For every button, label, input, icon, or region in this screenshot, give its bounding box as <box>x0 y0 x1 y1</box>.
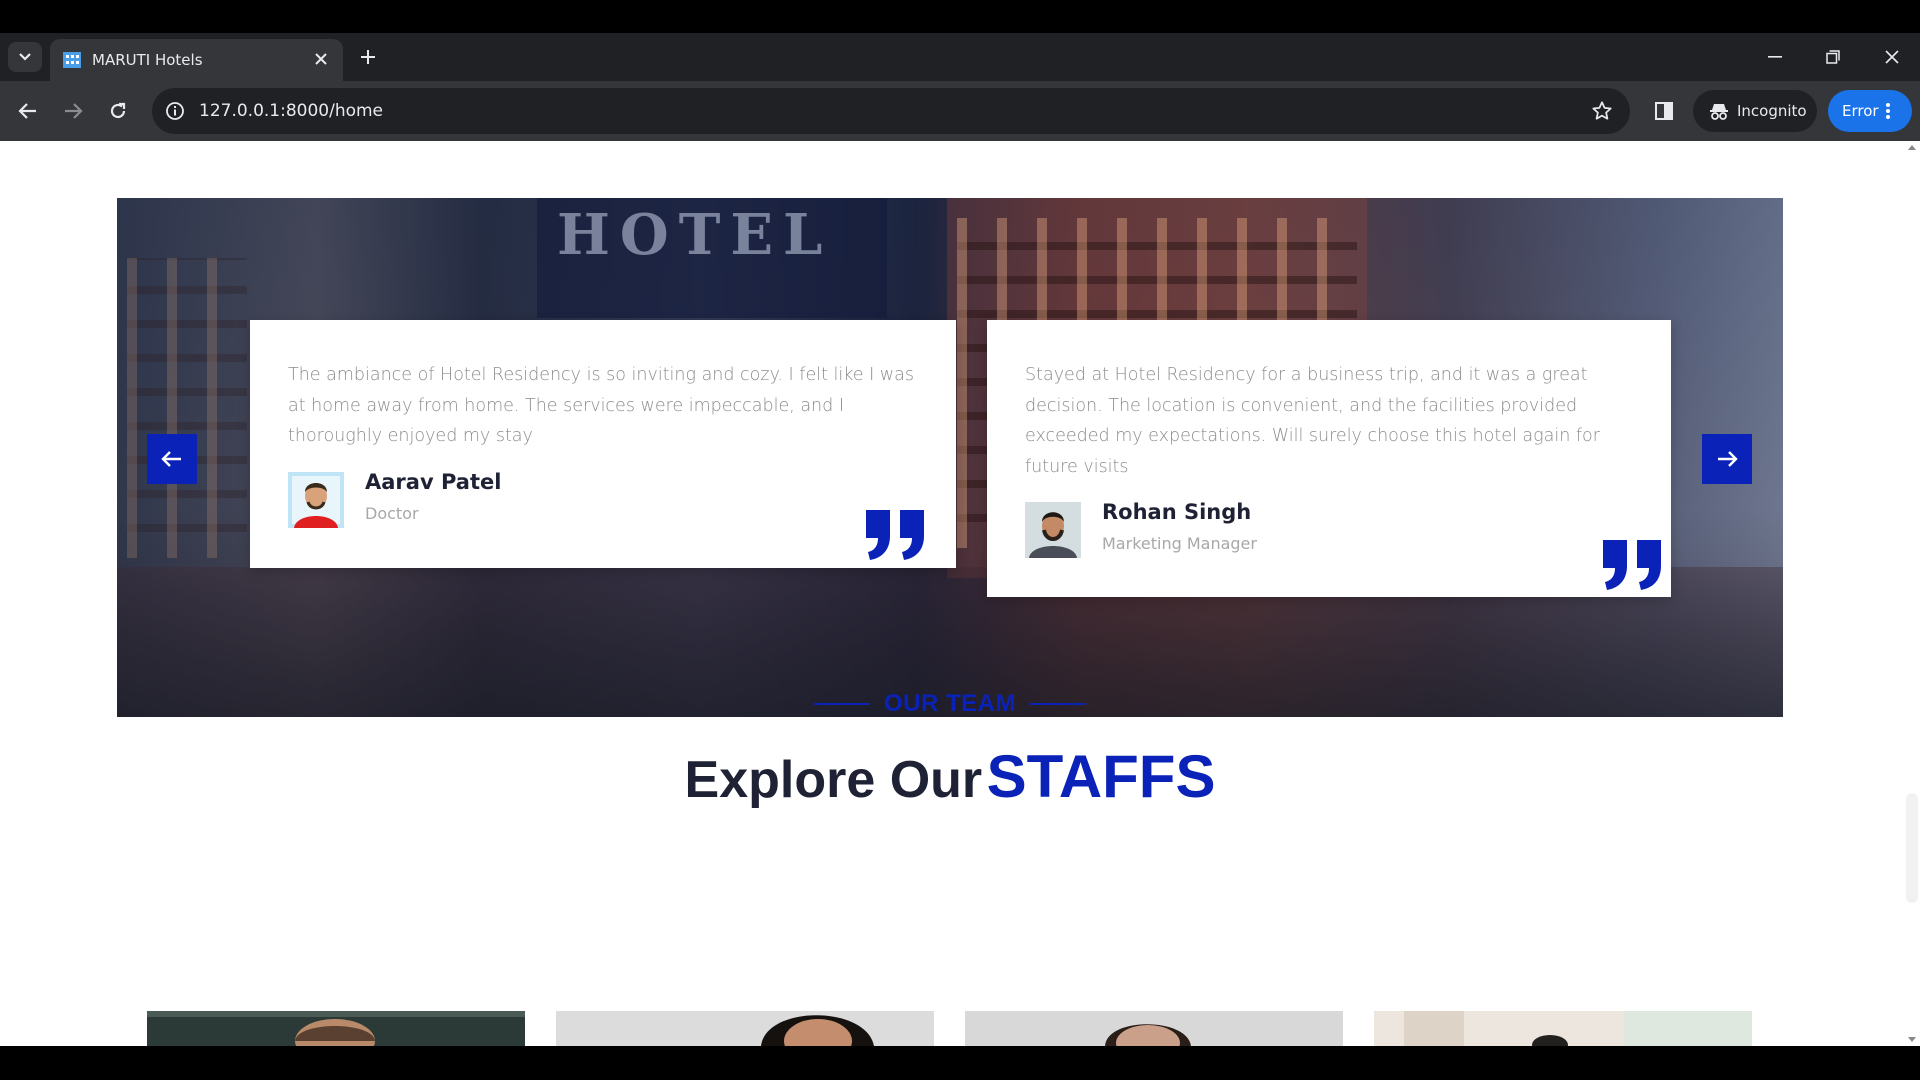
back-icon <box>18 103 36 119</box>
team-label: OUR TEAM <box>0 690 1900 718</box>
tab-close-button[interactable] <box>311 49 331 69</box>
testimonial-card: The ambiance of Hotel Residency is so in… <box>250 320 956 568</box>
tab-list-button[interactable] <box>8 42 42 72</box>
forward-icon <box>65 103 83 119</box>
scroll-up-arrow[interactable] <box>1908 145 1916 150</box>
forward-button[interactable] <box>59 97 87 125</box>
carousel-next-button[interactable] <box>1702 434 1752 484</box>
close-icon <box>315 53 327 65</box>
browser-toolbar: 127.0.0.1:8000/home Incognito Error <box>0 81 1920 141</box>
screen: MARUTI Hotels 127.0.0.1:8000/home Incogn… <box>0 0 1920 1080</box>
reload-button[interactable] <box>104 97 132 125</box>
reviewer-role: Marketing Manager <box>1102 534 1257 553</box>
address-bar[interactable]: 127.0.0.1:8000/home <box>152 88 1630 134</box>
staff-photo <box>965 1011 1343 1046</box>
error-label: Error <box>1842 102 1879 120</box>
page-scrollbar[interactable] <box>1904 141 1920 1046</box>
staff-photo <box>147 1011 525 1046</box>
arrow-right-icon <box>1718 451 1738 467</box>
section-label: OUR TEAM <box>884 690 1016 717</box>
tab-list-icon <box>19 53 31 61</box>
arrow-left-icon <box>161 451 181 467</box>
staff-card[interactable] <box>147 1011 525 1046</box>
divider-line <box>814 703 870 705</box>
side-panel-button[interactable] <box>1650 97 1678 125</box>
url-text[interactable]: 127.0.0.1:8000/home <box>199 101 383 121</box>
scroll-down-arrow[interactable] <box>1908 1037 1916 1042</box>
tab-title: MARUTI Hotels <box>92 51 203 69</box>
reviewer-name: Rohan Singh <box>1102 500 1252 524</box>
testimonial-card: Stayed at Hotel Residency for a business… <box>987 320 1671 597</box>
tab-strip: MARUTI Hotels <box>0 33 1920 81</box>
avatar <box>288 472 344 528</box>
background-sign-text: HOTEL <box>557 202 833 268</box>
avatar-image <box>288 472 344 528</box>
new-tab-button[interactable] <box>356 45 380 69</box>
site-info-button[interactable] <box>162 98 188 124</box>
profile-error-button[interactable]: Error <box>1828 90 1912 132</box>
incognito-label: Incognito <box>1737 102 1807 120</box>
hotel-favicon-icon <box>63 52 81 68</box>
testimonial-text: Stayed at Hotel Residency for a business… <box>1025 365 1600 477</box>
bookmark-button[interactable] <box>1590 99 1614 123</box>
window-close-button[interactable] <box>1872 43 1912 71</box>
minimize-icon <box>1768 56 1782 58</box>
minimize-button[interactable] <box>1755 43 1795 71</box>
window-close-icon <box>1885 50 1899 64</box>
section-heading: Explore Our STAFFS <box>0 742 1900 811</box>
staff-card[interactable] <box>965 1011 1343 1046</box>
scroll-thumb[interactable] <box>1906 793 1918 903</box>
staff-photo <box>556 1011 934 1046</box>
testimonial-carousel: HOTEL The ambiance of Hotel Residency is… <box>117 198 1783 717</box>
reload-icon <box>110 102 126 119</box>
heading-accent: STAFFS <box>986 743 1216 810</box>
carousel-prev-button[interactable] <box>147 434 197 484</box>
back-button[interactable] <box>14 97 42 125</box>
background-windows-left <box>127 258 247 558</box>
active-tab[interactable]: MARUTI Hotels <box>50 39 343 81</box>
staff-photo <box>1374 1011 1752 1046</box>
staff-card[interactable] <box>1374 1011 1752 1046</box>
screen-bottom-bar <box>0 1046 1920 1080</box>
quote-icon <box>1603 540 1661 590</box>
plus-icon <box>361 50 375 64</box>
avatar <box>1025 502 1081 558</box>
incognito-button[interactable]: Incognito <box>1693 90 1817 132</box>
quote-icon <box>866 510 924 560</box>
restore-icon <box>1826 50 1840 64</box>
incognito-icon <box>1710 104 1728 120</box>
testimonial-text: The ambiance of Hotel Residency is so in… <box>288 365 914 446</box>
avatar-image <box>1025 502 1081 558</box>
side-panel-icon <box>1655 102 1673 120</box>
staff-card[interactable] <box>556 1011 934 1046</box>
heading-main: Explore Our <box>684 751 983 809</box>
restore-button[interactable] <box>1813 43 1853 71</box>
divider-line <box>1030 703 1086 705</box>
page-viewport: HOTEL The ambiance of Hotel Residency is… <box>0 141 1920 1046</box>
reviewer-role: Doctor <box>365 504 419 523</box>
star-icon <box>1592 101 1612 120</box>
info-icon <box>166 102 184 120</box>
reviewer-name: Aarav Patel <box>365 470 502 494</box>
kebab-menu-icon <box>1885 103 1890 119</box>
